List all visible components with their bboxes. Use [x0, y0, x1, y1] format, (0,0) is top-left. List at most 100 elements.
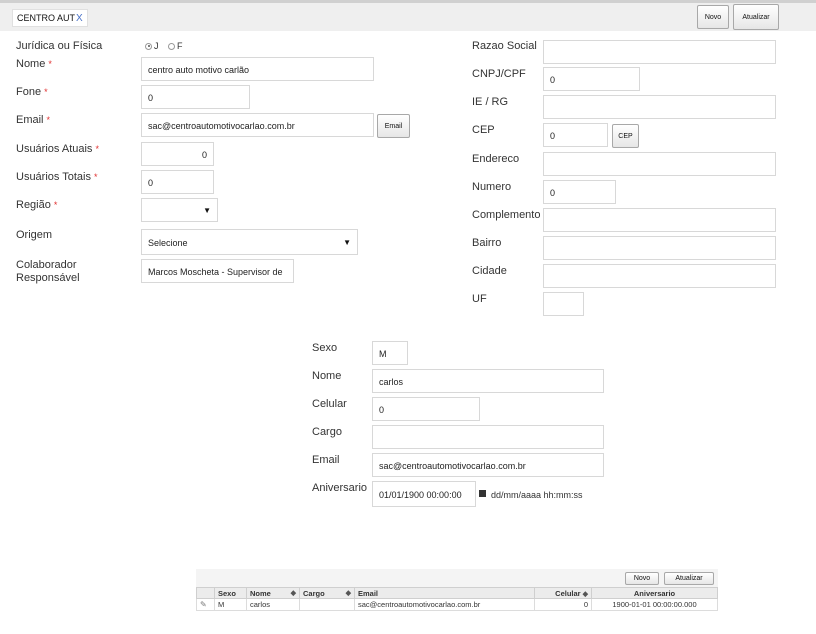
- contato-nome-input[interactable]: carlos: [372, 369, 604, 393]
- sort-updown-icon[interactable]: ◆: [583, 591, 588, 598]
- email-label-text: Email: [16, 114, 44, 126]
- cell-email: sac@centroautomotivocarlao.com.br: [354, 598, 535, 611]
- cep-button[interactable]: CEP: [612, 124, 639, 148]
- numero-input[interactable]: 0: [543, 180, 616, 204]
- regiao-label: Região *: [16, 199, 57, 211]
- required-mark: *: [46, 115, 51, 125]
- regiao-label-text: Região: [16, 199, 51, 211]
- grid-novo-button[interactable]: Novo: [625, 572, 659, 585]
- col-celular[interactable]: Celular ◆: [534, 587, 592, 599]
- tab-close-icon[interactable]: X: [76, 13, 83, 24]
- contato-nome-label: Nome: [312, 370, 342, 382]
- cnpj-input[interactable]: 0: [543, 67, 640, 91]
- cidade-input[interactable]: [543, 264, 776, 288]
- contato-celular-input[interactable]: 0: [372, 397, 480, 421]
- radio-juridica[interactable]: [145, 42, 152, 50]
- contato-cargo-input[interactable]: [372, 425, 604, 449]
- contacts-grid: Novo Atualizar Sexo Nome ◆ Cargo ◆ Email C…: [196, 569, 718, 611]
- caret-down-icon: ▼: [203, 206, 211, 215]
- tab-label: CENTRO AUT: [17, 13, 76, 23]
- required-mark: *: [53, 200, 58, 210]
- contato-email-input[interactable]: sac@centroautomotivocarlao.com.br: [372, 453, 604, 477]
- sort-updown-icon[interactable]: ◆: [291, 589, 296, 597]
- endereco-label: Endereco: [472, 153, 520, 165]
- ie-rg-label: IE / RG: [472, 96, 509, 108]
- email-label: Email *: [16, 114, 50, 126]
- col-nome-label: Nome: [250, 588, 271, 598]
- pencil-icon[interactable]: ✎: [200, 600, 207, 609]
- ie-rg-input[interactable]: [543, 95, 776, 119]
- required-mark: *: [95, 144, 99, 154]
- usuarios-atuais-label: Usuários Atuais *: [16, 143, 99, 155]
- cell-celular: 0: [534, 598, 592, 611]
- radio-j-label: J: [154, 41, 159, 51]
- nome-label: Nome *: [16, 58, 52, 70]
- uf-input[interactable]: [543, 292, 584, 316]
- bairro-label: Bairro: [472, 237, 502, 249]
- colaborador-label: Colaborador Responsável: [16, 259, 80, 285]
- col-aniversario[interactable]: Aniversario: [591, 587, 718, 599]
- radio-f-label: F: [176, 41, 183, 51]
- calendar-icon[interactable]: [479, 490, 486, 498]
- table-header-row: Sexo Nome ◆ Cargo ◆ Email Celular ◆ Anivers…: [196, 587, 718, 599]
- sort-updown-icon[interactable]: ◆: [346, 589, 351, 597]
- col-email[interactable]: Email: [354, 587, 535, 599]
- novo-button[interactable]: Novo: [697, 5, 729, 29]
- contato-email-label: Email: [312, 454, 340, 466]
- usuarios-atuais-input[interactable]: 0: [141, 142, 214, 166]
- contato-sexo-label: Sexo: [312, 342, 338, 354]
- colaborador-label-line2: Responsável: [16, 272, 80, 284]
- cep-label: CEP: [472, 124, 495, 136]
- bairro-input[interactable]: [543, 236, 776, 260]
- aniversario-format-hint: dd/mm/aaaa hh:mm:ss: [491, 490, 583, 500]
- row-edit-cell[interactable]: ✎: [196, 598, 215, 611]
- col-cargo-label: Cargo: [303, 588, 325, 598]
- usuarios-atuais-label-text: Usuários Atuais: [16, 143, 93, 155]
- col-edit: [196, 587, 215, 599]
- cell-sexo: M: [214, 598, 247, 611]
- contacts-table: Sexo Nome ◆ Cargo ◆ Email Celular ◆ Anivers…: [196, 587, 718, 611]
- col-sexo[interactable]: Sexo: [214, 587, 247, 599]
- contato-aniversario-input[interactable]: 01/01/1900 00:00:00: [372, 481, 476, 507]
- origem-label: Origem: [16, 229, 53, 241]
- uf-label: UF: [472, 293, 487, 305]
- email-button[interactable]: Email: [377, 114, 410, 138]
- razao-social-label: Razao Social: [472, 40, 537, 52]
- contato-aniversario-label: Aniversario: [312, 482, 368, 494]
- cep-input[interactable]: 0: [543, 123, 608, 147]
- usuarios-totais-input[interactable]: 0: [141, 170, 214, 194]
- razao-social-input[interactable]: [543, 40, 776, 64]
- col-nome[interactable]: Nome ◆: [246, 587, 300, 599]
- regiao-select[interactable]: ▼: [141, 198, 218, 222]
- required-mark: *: [48, 59, 52, 69]
- nome-label-text: Nome: [16, 58, 46, 70]
- complemento-input[interactable]: [543, 208, 776, 232]
- tipo-label: Jurídica ou Física: [16, 40, 103, 52]
- endereco-input[interactable]: [543, 152, 776, 176]
- contato-sexo-input[interactable]: M: [372, 341, 408, 365]
- atualizar-button[interactable]: Atualizar: [733, 4, 779, 30]
- radio-fisica[interactable]: [167, 42, 175, 50]
- tab-centro-aut[interactable]: CENTRO AUTX: [12, 9, 88, 27]
- grid-atualizar-button[interactable]: Atualizar: [664, 572, 714, 585]
- nome-input[interactable]: centro auto motivo carlão: [141, 57, 374, 81]
- fone-label-text: Fone: [16, 86, 42, 98]
- fone-input[interactable]: 0: [141, 85, 250, 109]
- email-input[interactable]: sac@centroautomotivocarlao.com.br: [141, 113, 374, 137]
- table-row[interactable]: ✎ M carlos sac@centroautomotivocarlao.co…: [196, 598, 718, 611]
- cell-aniversario: 1900-01-01 00:00:00.000: [591, 598, 718, 611]
- cnpj-label: CNPJ/CPF: [472, 68, 526, 80]
- origem-value: Selecione: [148, 238, 188, 248]
- usuarios-totais-label-text: Usuários Totais: [16, 171, 91, 183]
- required-mark: *: [44, 87, 48, 97]
- colaborador-input[interactable]: Marcos Moscheta - Supervisor de: [141, 259, 294, 283]
- tipo-radio-group: J F: [145, 40, 187, 52]
- contato-cargo-label: Cargo: [312, 426, 342, 438]
- origem-select[interactable]: Selecione ▼: [141, 229, 358, 255]
- tab-bar: CENTRO AUTX Novo Atualizar: [0, 3, 816, 31]
- fone-label: Fone *: [16, 86, 48, 98]
- col-cargo[interactable]: Cargo ◆: [299, 587, 355, 599]
- aniversario-hint: dd/mm/aaaa hh:mm:ss: [479, 488, 583, 501]
- grid-toolbar: Novo Atualizar: [196, 569, 718, 587]
- colaborador-label-line1: Colaborador: [16, 259, 77, 271]
